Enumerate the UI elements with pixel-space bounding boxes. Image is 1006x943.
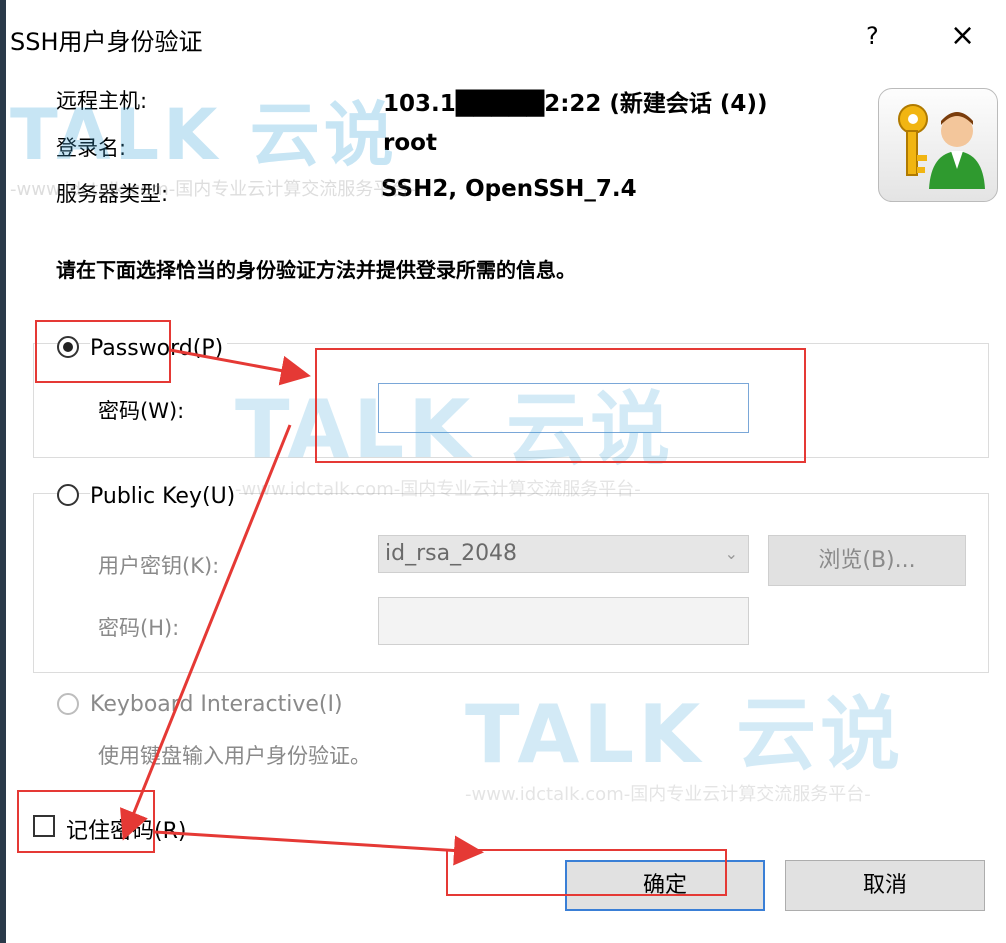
publickey-radio[interactable] <box>57 484 79 506</box>
login-value: root <box>383 130 437 156</box>
annotation-box-remember <box>17 790 155 853</box>
user-key-label: 用户密钥(K): <box>98 554 220 578</box>
watermark-tagline: -www.idctalk.com-国内专业云计算交流服务平台- <box>465 784 871 805</box>
watermark-logo: TALK 云说 -www.idctalk.com-国内专业云计算交流服务平台- <box>465 690 904 806</box>
keyboard-description: 使用键盘输入用户身份验证。 <box>98 744 371 768</box>
keyboard-radio[interactable] <box>57 693 79 715</box>
user-key-select[interactable]: id_rsa_2048 ⌄ <box>378 535 749 573</box>
cancel-button[interactable]: 取消 <box>785 860 985 911</box>
annotation-box-password-input <box>315 348 806 463</box>
annotation-box-password-radio <box>35 320 171 383</box>
instruction-text: 请在下面选择恰当的身份验证方法并提供登录所需的信息。 <box>56 258 576 282</box>
annotation-arrow <box>154 830 484 866</box>
key-user-icon <box>878 88 998 202</box>
close-button[interactable]: × <box>950 18 975 54</box>
host-label: 远程主机: <box>56 89 148 113</box>
server-type-label: 服务器类型: <box>56 182 169 206</box>
server-type-value: SSH2, OpenSSH_7.4 <box>381 176 637 202</box>
help-button[interactable]: ? <box>866 22 879 50</box>
passphrase-input[interactable] <box>378 597 749 645</box>
watermark-brand: TALK 云说 <box>465 688 905 781</box>
keyboard-option-label[interactable]: Keyboard Interactive(I) <box>90 692 343 717</box>
chevron-down-icon: ⌄ <box>724 544 738 563</box>
annotation-box-ok <box>446 849 727 896</box>
dialog-title: SSH用户身份验证 <box>10 28 203 56</box>
browse-button[interactable]: 浏览(B)... <box>768 535 966 586</box>
user-key-value: id_rsa_2048 <box>385 541 518 566</box>
host-value: 103.1█████2:22 (新建会话 (4)) <box>383 91 768 117</box>
password-field-label: 密码(W): <box>98 399 185 423</box>
passphrase-label: 密码(H): <box>98 616 180 640</box>
publickey-option-label[interactable]: Public Key(U) <box>90 484 240 509</box>
background-window-edge <box>0 0 6 943</box>
login-label: 登录名: <box>56 136 127 160</box>
